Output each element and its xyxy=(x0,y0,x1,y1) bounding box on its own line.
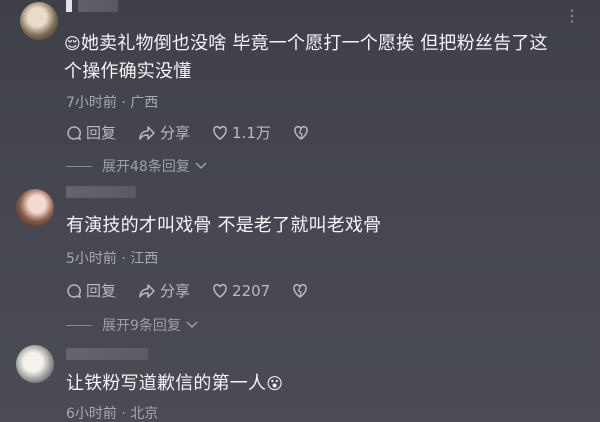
avatar[interactable] xyxy=(16,345,54,383)
like-count: 2207 xyxy=(232,281,271,300)
expand-replies-label: 展开48条回复 xyxy=(102,159,190,175)
chevron-down-icon xyxy=(186,321,198,329)
like-count: 1.1万 xyxy=(232,124,271,142)
share-label: 分享 xyxy=(160,282,191,300)
emoji: 😌 xyxy=(64,34,81,53)
share-button[interactable]: 分享 xyxy=(138,280,190,301)
like-button[interactable]: 1.1万 xyxy=(212,122,271,143)
comment-text-line: 个操作确实没懂 xyxy=(64,61,192,82)
username-blurred[interactable] xyxy=(78,0,118,12)
comment-text-line: 有演技的才叫戏骨 不是老了就叫老戏骨 xyxy=(66,215,382,236)
more-icon[interactable]: ⋮ xyxy=(564,8,580,24)
expand-replies-label: 展开9条回复 xyxy=(102,318,181,334)
comment-text-line: 让铁粉写道歉信的第一人 xyxy=(66,373,267,394)
share-label: 分享 xyxy=(160,124,191,142)
reply-button[interactable]: 回复 xyxy=(66,280,116,301)
reply-button[interactable]: 回复 xyxy=(66,122,116,143)
expand-replies[interactable]: 展开48条回复 xyxy=(66,156,208,176)
comment-actions: 回复 分享 1.1万 xyxy=(66,122,335,143)
heart-icon xyxy=(213,125,227,140)
divider xyxy=(66,324,92,326)
reply-label: 回复 xyxy=(86,282,117,300)
share-icon xyxy=(139,125,155,140)
emoji: 😮 xyxy=(266,374,284,393)
comment-text: 有演技的才叫戏骨 不是老了就叫老戏骨 xyxy=(66,212,381,240)
username-blurred[interactable] xyxy=(66,186,136,198)
like-button[interactable]: 2207 xyxy=(212,282,270,300)
reply-label: 回复 xyxy=(86,124,117,142)
dislike-button[interactable] xyxy=(293,125,313,141)
comment-actions: 回复 分享 2207 xyxy=(66,280,334,301)
username-blurred[interactable] xyxy=(66,348,148,360)
comment-icon xyxy=(67,283,82,298)
time-location: 7小时前 · 广西 xyxy=(66,95,159,111)
avatar[interactable] xyxy=(20,2,58,40)
divider xyxy=(66,165,92,167)
comment-text: 让铁粉写道歉信的第一人😮 xyxy=(66,370,283,398)
dislike-heart-icon xyxy=(294,125,308,140)
heart-icon xyxy=(213,283,227,298)
time-location: 5小时前 · 江西 xyxy=(66,251,159,267)
share-icon xyxy=(139,283,155,298)
time-location: 6小时前 · 北京 xyxy=(66,406,159,422)
username-marker xyxy=(66,0,72,12)
avatar[interactable] xyxy=(16,189,54,227)
dislike-heart-icon xyxy=(293,283,307,298)
comment-text: 个操作确实没懂 xyxy=(64,58,191,86)
comment-text-line: 她卖礼物倒也没啥 毕竟一个愿打一个愿挨 但把粉丝告了这 xyxy=(80,33,548,54)
dislike-button[interactable] xyxy=(292,283,312,299)
share-button[interactable]: 分享 xyxy=(138,122,190,143)
comment-icon xyxy=(67,125,82,140)
expand-replies[interactable]: 展开9条回复 xyxy=(66,315,199,335)
chevron-down-icon xyxy=(195,162,207,170)
comment-text: 😌她卖礼物倒也没啥 毕竟一个愿打一个愿挨 但把粉丝告了这 xyxy=(64,30,548,58)
